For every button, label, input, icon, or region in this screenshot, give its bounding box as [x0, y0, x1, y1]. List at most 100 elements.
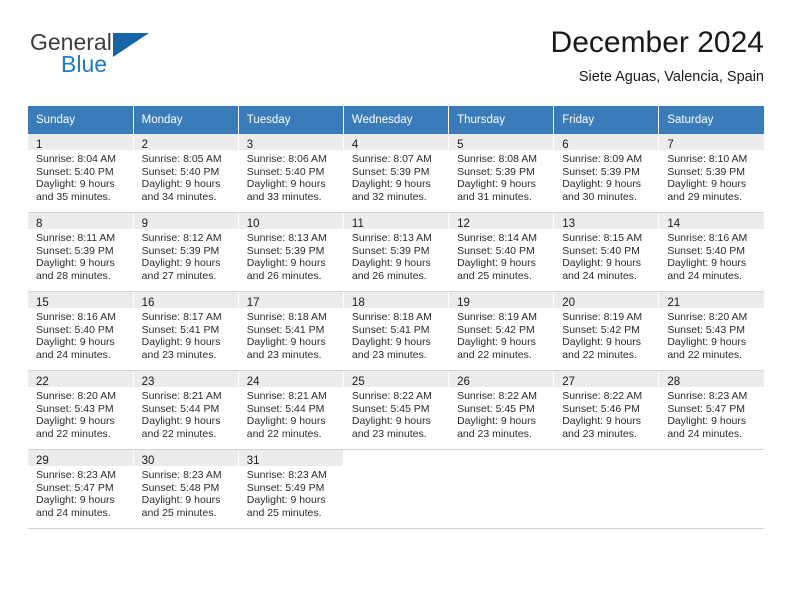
daylight-text-cont: and 22 minutes. — [667, 348, 743, 361]
calendar-day-cell[interactable]: 1 Sunrise: 8:04 AM Sunset: 5:40 PM Daylight… — [28, 134, 134, 213]
day-number-band: 14 — [659, 213, 764, 230]
calendar-day-cell[interactable]: 28 Sunrise: 8:23 AM Sunset: 5:47 PM Dayligh… — [658, 370, 764, 450]
daylight-text-cont: and 33 minutes. — [246, 190, 322, 203]
day-details: Sunrise: 8:11 AM Sunset: 5:39 PM Daylight:… — [28, 229, 133, 282]
sunrise-text: Sunrise: 8:16 AM — [667, 232, 748, 244]
day-details: Sunrise: 8:07 AM Sunset: 5:39 PM Daylight:… — [344, 150, 448, 203]
day-cell-inner: 14 Sunrise: 8:16 AM Sunset: 5:40 PM Dayligh… — [659, 213, 764, 291]
calendar-day-cell[interactable]: 18 Sunrise: 8:18 AM Sunset: 5:41 PM Dayligh… — [343, 291, 450, 371]
day-number-band: 9 — [133, 213, 238, 230]
calendar-day-cell[interactable]: 27 Sunrise: 8:22 AM Sunset: 5:46 PM Dayligh… — [553, 370, 660, 450]
calendar-day-cell[interactable]: 22 Sunrise: 8:20 AM Sunset: 5:43 PM Dayligh… — [28, 370, 134, 450]
sunset-text: Sunset: 5:40 PM — [36, 165, 114, 178]
daylight-text-cont: and 23 minutes. — [351, 348, 427, 361]
calendar-day-cell[interactable]: 17 Sunrise: 8:18 AM Sunset: 5:41 PM Dayligh… — [238, 291, 344, 371]
day-number-band: 21 — [659, 292, 764, 309]
day-number-band: 26 — [449, 371, 554, 388]
sunrise-text: Sunrise: 8:07 AM — [351, 153, 432, 165]
calendar-day-cell[interactable]: 8 Sunrise: 8:11 AM Sunset: 5:39 PM Daylight… — [28, 212, 134, 292]
sunrise-text: Sunrise: 8:05 AM — [141, 153, 222, 165]
day-number-band: 25 — [343, 371, 449, 388]
day-details: Sunrise: 8:05 AM Sunset: 5:40 PM Daylight:… — [134, 150, 238, 203]
sunrise-text: Sunrise: 8:17 AM — [141, 311, 222, 323]
sunset-text: Sunset: 5:39 PM — [351, 244, 430, 257]
sunset-text: Sunset: 5:40 PM — [36, 323, 114, 336]
daylight-text: Daylight: 9 hours — [141, 178, 221, 191]
calendar-day-cell[interactable]: 31 Sunrise: 8:23 AM Sunset: 5:49 PM Dayligh… — [238, 449, 344, 529]
daylight-text-cont: and 29 minutes. — [667, 190, 743, 203]
day-cell-inner: 30 Sunrise: 8:23 AM Sunset: 5:48 PM Dayligh… — [133, 450, 238, 528]
sunrise-text: Sunrise: 8:19 AM — [562, 311, 643, 323]
sunset-text: Sunset: 5:45 PM — [457, 402, 535, 415]
sunset-text: Sunset: 5:41 PM — [141, 323, 220, 336]
calendar-day-cell[interactable]: 16 Sunrise: 8:17 AM Sunset: 5:41 PM Dayligh… — [133, 291, 239, 371]
logo[interactable]: General Blue — [28, 30, 208, 86]
day-number-band: 2 — [133, 134, 238, 151]
day-details: Sunrise: 8:13 AM Sunset: 5:39 PM Daylight:… — [239, 229, 343, 282]
daylight-text-cont: and 23 minutes. — [141, 348, 217, 361]
daylight-text: Daylight: 9 hours — [562, 257, 641, 270]
day-number-band: 11 — [343, 213, 449, 230]
calendar-week-row: 15 Sunrise: 8:16 AM Sunset: 5:40 PM Dayligh… — [28, 291, 764, 371]
calendar-day-cell[interactable]: 21 Sunrise: 8:20 AM Sunset: 5:43 PM Dayligh… — [658, 291, 764, 371]
calendar-day-cell[interactable]: 15 Sunrise: 8:16 AM Sunset: 5:40 PM Dayligh… — [28, 291, 134, 371]
calendar-day-cell[interactable]: 13 Sunrise: 8:15 AM Sunset: 5:40 PM Dayligh… — [553, 212, 660, 292]
calendar-day-cell[interactable]: 20 Sunrise: 8:19 AM Sunset: 5:42 PM Dayligh… — [553, 291, 660, 371]
calendar-day-cell[interactable]: 30 Sunrise: 8:23 AM Sunset: 5:48 PM Dayligh… — [133, 449, 239, 529]
sunset-text: Sunset: 5:47 PM — [36, 481, 114, 494]
sunrise-text: Sunrise: 8:23 AM — [667, 390, 748, 402]
day-cell-inner: 12 Sunrise: 8:14 AM Sunset: 5:40 PM Dayligh… — [449, 213, 554, 291]
daylight-text: Daylight: 9 hours — [457, 257, 536, 270]
day-details: Sunrise: 8:14 AM Sunset: 5:40 PM Daylight:… — [449, 229, 553, 282]
day-cell-inner: 13 Sunrise: 8:15 AM Sunset: 5:40 PM Dayligh… — [554, 213, 659, 291]
day-number-band — [659, 450, 764, 466]
calendar-day-cell[interactable]: 24 Sunrise: 8:21 AM Sunset: 5:44 PM Dayligh… — [238, 370, 344, 450]
daylight-text: Daylight: 9 hours — [667, 257, 747, 270]
daylight-text: Daylight: 9 hours — [36, 257, 115, 270]
daylight-text-cont: and 28 minutes. — [36, 269, 111, 282]
sunrise-text: Sunrise: 8:12 AM — [141, 232, 222, 244]
calendar-day-cell[interactable]: 14 Sunrise: 8:16 AM Sunset: 5:40 PM Dayligh… — [658, 212, 764, 292]
sunrise-text: Sunrise: 8:18 AM — [246, 311, 327, 323]
calendar-day-cell[interactable]: 10 Sunrise: 8:13 AM Sunset: 5:39 PM Dayligh… — [238, 212, 344, 292]
day-cell-inner: 5 Sunrise: 8:08 AM Sunset: 5:39 PM Daylight… — [449, 134, 554, 212]
calendar-day-cell[interactable]: 12 Sunrise: 8:14 AM Sunset: 5:40 PM Dayligh… — [448, 212, 555, 292]
day-number-band: 12 — [449, 213, 554, 230]
calendar-day-cell[interactable]: 2 Sunrise: 8:05 AM Sunset: 5:40 PM Daylight… — [133, 134, 239, 213]
weekday-header-sunday: Sunday — [28, 106, 134, 134]
daylight-text-cont: and 26 minutes. — [351, 269, 427, 282]
day-cell-inner: 31 Sunrise: 8:23 AM Sunset: 5:49 PM Dayligh… — [238, 450, 343, 528]
day-number: 20 — [562, 297, 575, 309]
day-number-band: 19 — [449, 292, 554, 309]
daylight-text-cont: and 24 minutes. — [562, 269, 637, 282]
calendar-day-cell[interactable]: 6 Sunrise: 8:09 AM Sunset: 5:39 PM Daylight… — [553, 134, 660, 213]
calendar-day-cell[interactable]: 5 Sunrise: 8:08 AM Sunset: 5:39 PM Daylight… — [448, 134, 555, 213]
calendar-day-cell[interactable]: 26 Sunrise: 8:22 AM Sunset: 5:45 PM Dayligh… — [448, 370, 555, 450]
day-number-band: 8 — [28, 213, 133, 230]
day-cell-inner: 22 Sunrise: 8:20 AM Sunset: 5:43 PM Dayligh… — [28, 371, 133, 449]
calendar-day-cell[interactable]: 29 Sunrise: 8:23 AM Sunset: 5:47 PM Dayligh… — [28, 449, 134, 529]
calendar-week-row: 22 Sunrise: 8:20 AM Sunset: 5:43 PM Dayligh… — [28, 370, 764, 450]
day-details: Sunrise: 8:20 AM Sunset: 5:43 PM Daylight:… — [659, 308, 764, 361]
daylight-text-cont: and 24 minutes. — [36, 506, 111, 519]
sunrise-text: Sunrise: 8:04 AM — [36, 153, 116, 165]
calendar-day-cell[interactable]: 25 Sunrise: 8:22 AM Sunset: 5:45 PM Dayligh… — [343, 370, 450, 450]
daylight-text: Daylight: 9 hours — [667, 415, 747, 428]
calendar-day-cell[interactable]: 7 Sunrise: 8:10 AM Sunset: 5:39 PM Daylight… — [658, 134, 764, 213]
daylight-text: Daylight: 9 hours — [141, 415, 221, 428]
sunrise-text: Sunrise: 8:06 AM — [246, 153, 327, 165]
calendar-day-cell[interactable]: 23 Sunrise: 8:21 AM Sunset: 5:44 PM Dayligh… — [133, 370, 239, 450]
day-cell-inner: 16 Sunrise: 8:17 AM Sunset: 5:41 PM Dayligh… — [133, 292, 238, 370]
calendar-day-cell[interactable]: 19 Sunrise: 8:19 AM Sunset: 5:42 PM Dayligh… — [448, 291, 555, 371]
calendar-day-cell[interactable]: 9 Sunrise: 8:12 AM Sunset: 5:39 PM Daylight… — [133, 212, 239, 292]
day-number-band: 7 — [659, 134, 764, 151]
day-number-band: 6 — [554, 134, 659, 151]
day-cell-inner: 1 Sunrise: 8:04 AM Sunset: 5:40 PM Daylight… — [28, 134, 133, 212]
sunrise-text: Sunrise: 8:19 AM — [457, 311, 538, 323]
sunrise-text: Sunrise: 8:23 AM — [141, 469, 222, 481]
calendar-day-cell[interactable]: 11 Sunrise: 8:13 AM Sunset: 5:39 PM Dayligh… — [343, 212, 450, 292]
calendar-day-cell[interactable]: 3 Sunrise: 8:06 AM Sunset: 5:40 PM Daylight… — [238, 134, 344, 213]
calendar-day-cell[interactable]: 4 Sunrise: 8:07 AM Sunset: 5:39 PM Daylight… — [343, 134, 450, 213]
sunrise-text: Sunrise: 8:09 AM — [562, 153, 643, 165]
day-number-band: 28 — [659, 371, 764, 388]
